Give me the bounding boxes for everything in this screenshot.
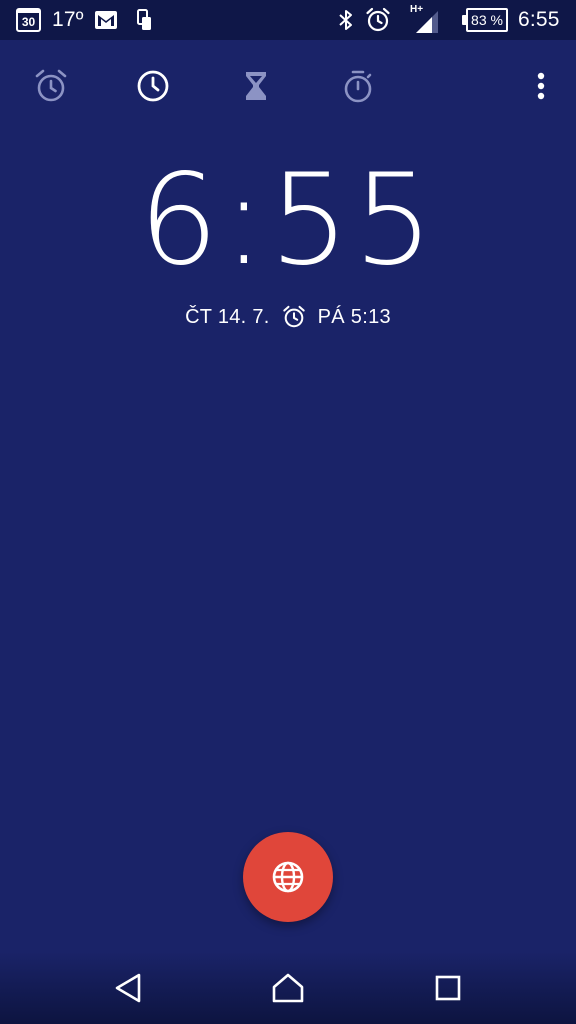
battery-level: 83 % bbox=[466, 8, 508, 32]
network-type-label: H+ bbox=[410, 4, 423, 15]
temperature-text: 17º bbox=[52, 8, 84, 31]
tab-alarm[interactable] bbox=[31, 66, 71, 106]
world-clock-button[interactable] bbox=[243, 832, 333, 922]
status-bar-time: 6:55 bbox=[518, 8, 560, 31]
battery-icon: 83 % bbox=[462, 8, 508, 32]
battery-percent: 83 % bbox=[471, 12, 503, 28]
mail-icon bbox=[94, 10, 118, 30]
globe-icon bbox=[272, 861, 304, 893]
tab-clock[interactable] bbox=[133, 66, 173, 106]
tab-timer[interactable] bbox=[236, 66, 276, 106]
home-button[interactable] bbox=[268, 968, 308, 1008]
date-and-alarm-row: ČT 14. 7. PÁ 5:13 bbox=[0, 302, 576, 332]
clock-icon bbox=[137, 70, 169, 102]
home-icon bbox=[272, 973, 304, 1003]
calendar-day: 30 bbox=[21, 14, 36, 29]
back-button[interactable] bbox=[108, 968, 148, 1008]
navigation-bar bbox=[0, 952, 576, 1024]
status-bar: 30 17º H+ 83 % 6:55 bbox=[0, 0, 576, 40]
current-date: ČT 14. 7. bbox=[185, 305, 270, 328]
next-alarm-icon bbox=[282, 305, 306, 329]
recents-icon bbox=[435, 975, 461, 1001]
overflow-menu-button[interactable] bbox=[521, 66, 561, 106]
clock-tabs bbox=[0, 56, 576, 116]
stopwatch-icon bbox=[344, 70, 372, 103]
clock-app-screen: 30 17º H+ 83 % 6:55 6:55 ČT 14. 7. PÁ 5:… bbox=[0, 0, 576, 1024]
alarm-icon bbox=[365, 7, 391, 33]
recents-button[interactable] bbox=[428, 968, 468, 1008]
bluetooth-icon bbox=[337, 8, 355, 32]
current-time: 6:55 bbox=[138, 146, 438, 293]
back-icon bbox=[115, 973, 141, 1003]
alarm-icon bbox=[35, 69, 67, 102]
more-vert-icon bbox=[537, 72, 545, 100]
phone-icon bbox=[136, 9, 152, 31]
tab-stopwatch[interactable] bbox=[338, 66, 378, 106]
hourglass-icon bbox=[246, 72, 266, 100]
calendar-icon: 30 bbox=[16, 8, 41, 32]
signal-icon: H+ bbox=[410, 3, 440, 35]
next-alarm-time[interactable]: PÁ 5:13 bbox=[318, 306, 391, 329]
